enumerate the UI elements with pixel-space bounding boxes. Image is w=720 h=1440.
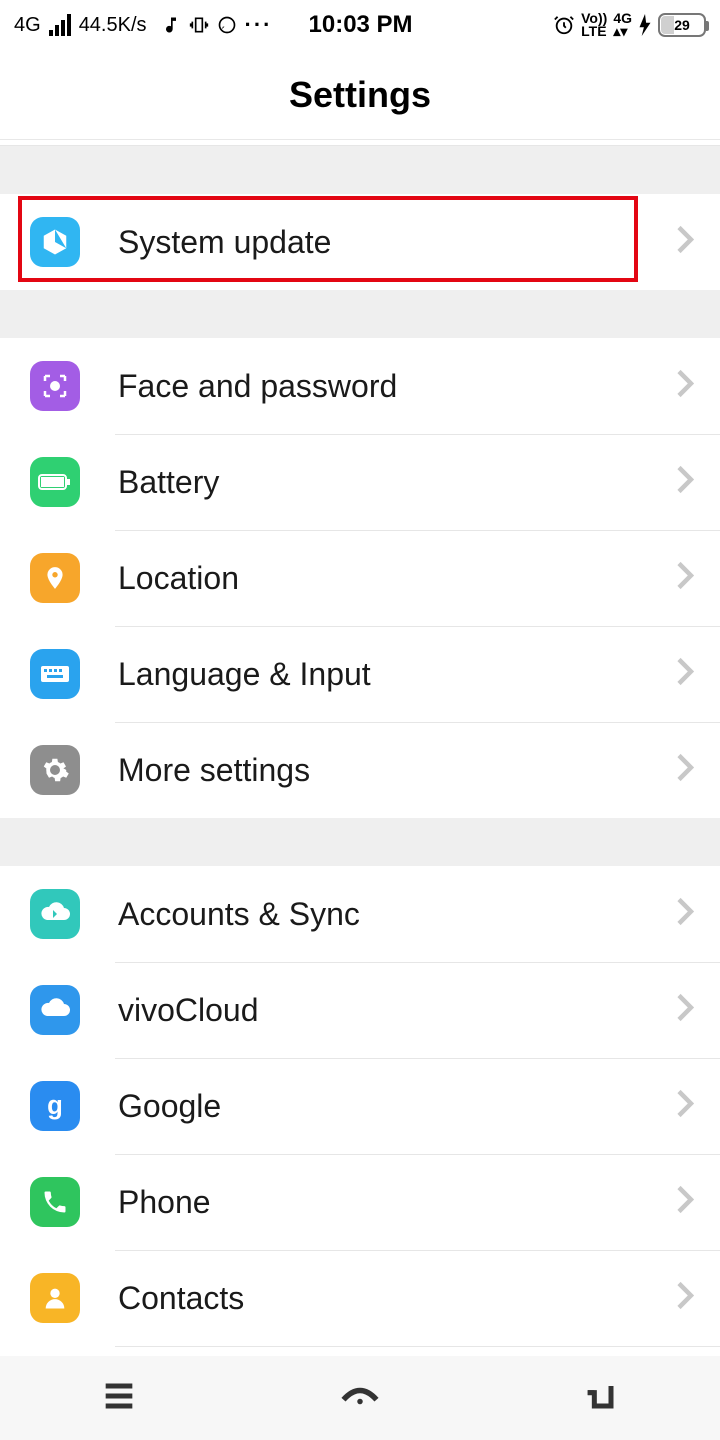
row-label: System update [118,224,331,261]
data-indicator: 4G ▴▾ [613,12,632,38]
row-label: vivoCloud [118,992,259,1029]
vibrate-icon [189,15,209,35]
row-label: Phone [118,1184,211,1221]
row-label: More settings [118,752,310,789]
settings-row-face-password[interactable]: Face and password [0,338,720,434]
chevron-right-icon [676,369,694,404]
settings-row-contacts[interactable]: Contacts [0,1250,720,1346]
settings-row-location[interactable]: Location [0,530,720,626]
chevron-right-icon [676,1185,694,1220]
face-icon [30,361,80,411]
contact-icon [30,1273,80,1323]
battery-icon [30,457,80,507]
chevron-right-icon [676,561,694,596]
cloud-sync-icon [30,889,80,939]
chevron-right-icon [676,897,694,932]
keyboard-icon [30,649,80,699]
row-label: Battery [118,464,219,501]
phone-icon [30,1177,80,1227]
chevron-right-icon [676,225,694,260]
status-misc-icons: ··· [161,12,273,38]
settings-section: System update [0,194,720,290]
home-button[interactable] [338,1374,382,1423]
back-button[interactable] [581,1376,621,1421]
row-label: Accounts & Sync [118,896,360,933]
settings-row-accounts-sync[interactable]: Accounts & Sync [0,866,720,962]
alarm-icon [553,14,575,36]
row-label: Location [118,560,239,597]
volte-indicator: Vo)) LTE [581,12,607,38]
page-title: Settings [0,50,720,140]
cloud-icon [30,985,80,1035]
pin-icon [30,553,80,603]
svg-text:g: g [47,1092,63,1120]
chevron-right-icon [676,657,694,692]
status-bar: 4G 44.5K/s ··· 10:03 PM Vo)) LTE 4G ▴▾ 2… [0,0,720,50]
chevron-right-icon [676,753,694,788]
signal-icon [49,14,71,36]
network-type-label: 4G [14,14,41,37]
settings-row-more-settings[interactable]: More settings [0,722,720,818]
charging-icon [638,14,652,36]
data-speed-label: 44.5K/s [79,14,147,37]
google-icon: g [30,1081,80,1131]
chevron-right-icon [676,1089,694,1124]
settings-section: Accounts & Sync vivoCloud g Google Phone Cont… [0,866,720,1440]
section-gap [0,146,720,194]
chevron-right-icon [676,993,694,1028]
settings-row-phone[interactable]: Phone [0,1154,720,1250]
row-label: Contacts [118,1280,244,1317]
settings-row-lang-input[interactable]: Language & Input [0,626,720,722]
section-gap [0,290,720,338]
settings-row-battery[interactable]: Battery [0,434,720,530]
status-left: 4G 44.5K/s ··· 10:03 PM [14,11,413,39]
battery-icon: 29 [658,13,706,37]
settings-row-google[interactable]: g Google [0,1058,720,1154]
section-gap [0,818,720,866]
more-icon: ··· [245,12,273,38]
row-label: Language & Input [118,656,371,693]
settings-row-vivocloud[interactable]: vivoCloud [0,962,720,1058]
row-label: Google [118,1088,221,1125]
status-right: Vo)) LTE 4G ▴▾ 29 [553,12,706,38]
whatsapp-icon [217,15,237,35]
settings-section: Face and password Battery Location Language… [0,338,720,818]
gear-icon [30,745,80,795]
settings-row-system-update[interactable]: System update [0,194,720,290]
cube-icon [30,217,80,267]
recents-button[interactable] [99,1376,139,1421]
clock-label: 10:03 PM [309,11,413,39]
row-label: Face and password [118,368,397,405]
music-icon [161,15,181,35]
chevron-right-icon [676,465,694,500]
chevron-right-icon [676,1281,694,1316]
nav-bar [0,1356,720,1440]
